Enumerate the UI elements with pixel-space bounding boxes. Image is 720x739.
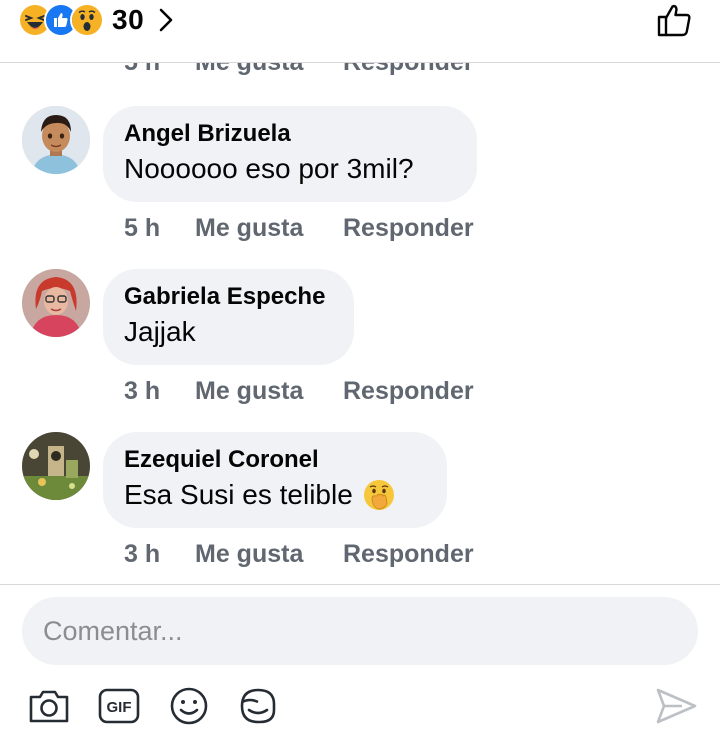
comment-bubble: Gabriela Espeche Jajjak bbox=[103, 269, 354, 365]
camera-icon[interactable] bbox=[27, 684, 71, 728]
like-comment-button[interactable]: Me gusta bbox=[195, 540, 343, 569]
comment-text: Jajjak bbox=[124, 316, 196, 347]
comment-actions: 5 h Me gusta Responder bbox=[124, 214, 474, 243]
send-icon[interactable] bbox=[654, 684, 698, 728]
sticker-icon[interactable] bbox=[236, 684, 280, 728]
comment-time: 5 h bbox=[124, 214, 161, 242]
face-with-hand-over-mouth-emoji bbox=[363, 480, 394, 510]
comment-author[interactable]: Angel Brizuela bbox=[124, 118, 453, 150]
comment-author[interactable]: Ezequiel Coronel bbox=[124, 444, 423, 476]
reactions-summary[interactable]: 30 bbox=[18, 2, 174, 38]
gif-icon[interactable]: GIF bbox=[97, 684, 141, 728]
comment-actions: 3 h Me gusta Responder bbox=[124, 377, 474, 406]
comment-time: 3 h bbox=[124, 540, 161, 568]
reply-comment-button[interactable]: Responder bbox=[343, 377, 474, 406]
thumbs-up-icon[interactable] bbox=[656, 2, 692, 38]
avatar[interactable] bbox=[22, 432, 90, 500]
composer-divider bbox=[0, 584, 720, 585]
comment-text-content: Esa Susi es telible bbox=[124, 479, 353, 510]
like-comment-button[interactable]: Me gusta bbox=[195, 377, 343, 406]
reply-comment-button[interactable]: Responder bbox=[343, 214, 474, 243]
reactions-header: 30 bbox=[0, 0, 720, 63]
avatar[interactable] bbox=[22, 106, 90, 174]
emoji-icon[interactable] bbox=[167, 684, 211, 728]
reaction-count: 30 bbox=[112, 4, 145, 35]
reply-comment-button[interactable]: Responder bbox=[343, 540, 474, 569]
comment-author[interactable]: Gabriela Espeche bbox=[124, 281, 330, 313]
chevron-right-icon[interactable] bbox=[158, 7, 174, 33]
svg-text:GIF: GIF bbox=[107, 699, 132, 716]
comment-time: 3 h bbox=[124, 377, 161, 405]
comments-screen: 5 h Me gusta Responder bbox=[0, 0, 720, 739]
comment-input[interactable] bbox=[22, 597, 698, 665]
comment-bubble: Angel Brizuela Noooooo eso por 3mil? bbox=[103, 106, 477, 202]
comment-text: Noooooo eso por 3mil? bbox=[124, 153, 414, 184]
wow-reaction-icon bbox=[70, 3, 104, 37]
comment-text: Esa Susi es telible bbox=[124, 476, 423, 514]
like-comment-button[interactable]: Me gusta bbox=[195, 214, 343, 243]
avatar[interactable] bbox=[22, 269, 90, 337]
comment-bubble: Ezequiel Coronel Esa Susi es telible bbox=[103, 432, 447, 528]
comment-actions: 3 h Me gusta Responder bbox=[124, 540, 474, 569]
